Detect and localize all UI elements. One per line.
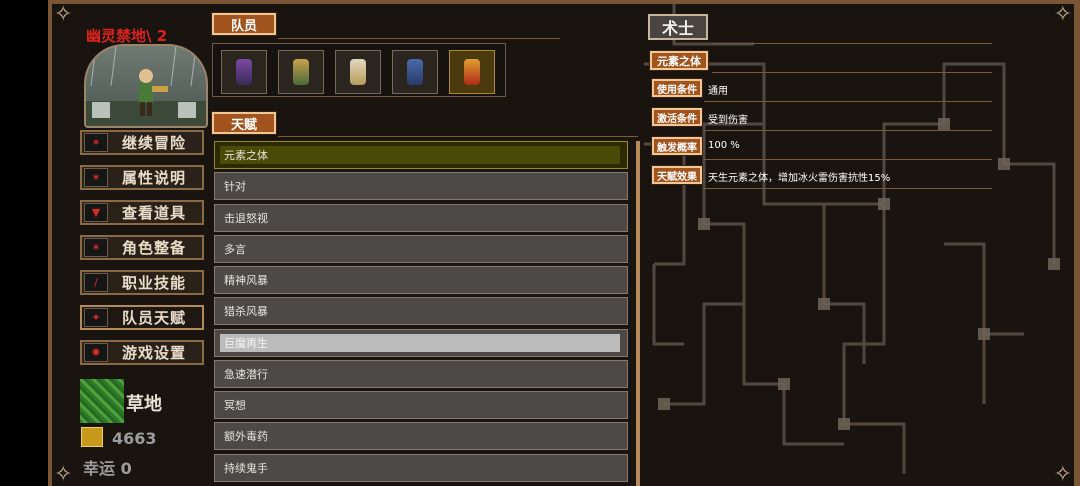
talent-icon: ✦ <box>84 308 108 327</box>
gear-icon: ✹ <box>84 343 108 362</box>
class-name-title: 术士 <box>648 14 708 40</box>
armor-icon: ✶ <box>84 238 108 257</box>
menu-button-equipment[interactable]: ✶ 角色整备 <box>80 235 204 260</box>
game-window: ✧ ✧ ✧ ✧ 幽灵禁地\ 2 ✶ 继续冒险 ✶ 属性说明 ▼ 查看道具 ✶ 角… <box>48 0 1080 486</box>
party-member-slot-4[interactable] <box>392 50 438 94</box>
party-member-slot-5[interactable] <box>449 50 495 94</box>
menu-button-settings[interactable]: ✹ 游戏设置 <box>80 340 204 365</box>
priest-hero-icon <box>350 59 366 85</box>
ranger-hero-icon <box>293 59 309 85</box>
menu-button-talents[interactable]: ✦ 队员天赋 <box>80 305 204 330</box>
mage-hero-icon <box>236 59 252 85</box>
menu-label: 职业技能 <box>122 274 187 292</box>
talent-item[interactable]: 击退怒视 <box>214 204 628 232</box>
use-condition-label: 使用条件 <box>652 79 702 97</box>
divider <box>704 188 992 189</box>
map-icon: ✶ <box>84 133 108 152</box>
talent-effect-value: 天生元素之体，增加冰火雷伤害抗性15% <box>708 173 891 184</box>
trigger-chance-label: 触发概率 <box>652 137 702 155</box>
talent-item[interactable]: 针对 <box>214 172 628 200</box>
menu-button-skills[interactable]: / 职业技能 <box>80 270 204 295</box>
party-tab: 队员 <box>212 13 276 35</box>
sword-icon: / <box>84 273 108 292</box>
bag-icon: ▼ <box>84 203 108 222</box>
menu-label: 继续冒险 <box>122 134 187 152</box>
talent-item[interactable]: 持续鬼手 <box>214 454 628 482</box>
talent-tree-background <box>644 4 1060 474</box>
activation-condition-label: 激活条件 <box>652 108 702 126</box>
talent-name-tag: 元素之体 <box>650 51 708 70</box>
talent-item[interactable]: 多言 <box>214 235 628 263</box>
menu-button-items[interactable]: ▼ 查看道具 <box>80 200 204 225</box>
divider <box>704 159 992 160</box>
use-condition-value: 通用 <box>708 86 728 97</box>
talent-item[interactable]: 额外毒药 <box>214 422 628 450</box>
menu-label: 游戏设置 <box>122 344 187 362</box>
talent-list-scrollbar[interactable] <box>636 141 640 486</box>
character-portrait <box>84 44 208 128</box>
divider <box>278 136 638 137</box>
corner-ornament-icon: ✧ <box>54 2 73 27</box>
talent-item[interactable]: 冥想 <box>214 391 628 419</box>
party-member-slot-2[interactable] <box>278 50 324 94</box>
divider <box>704 101 992 102</box>
menu-label: 查看道具 <box>122 204 187 222</box>
menu-button-continue[interactable]: ✶ 继续冒险 <box>80 130 204 155</box>
talent-item[interactable]: 急速潜行 <box>214 360 628 388</box>
talent-item[interactable]: 元素之体 <box>214 141 628 169</box>
menu-label: 队员天赋 <box>122 309 187 327</box>
divider <box>712 72 992 73</box>
party-panel <box>212 43 506 97</box>
activation-condition-value: 受到伤害 <box>708 115 748 126</box>
menu-label: 角色整备 <box>122 239 187 257</box>
talent-item[interactable]: 猎杀风暴 <box>214 297 628 325</box>
divider <box>712 43 992 44</box>
party-member-slot-1[interactable] <box>221 50 267 94</box>
location-title: 幽灵禁地\ 2 <box>86 27 168 45</box>
menu-button-attributes[interactable]: ✶ 属性说明 <box>80 165 204 190</box>
terrain-label: 草地 <box>126 394 162 415</box>
divider <box>278 38 560 39</box>
talent-effect-label: 天赋效果 <box>652 166 702 184</box>
talent-item[interactable]: 巨魔再生 <box>214 329 628 357</box>
gold-amount: 4663 <box>112 429 157 448</box>
talent-item[interactable]: 精神风暴 <box>214 266 628 294</box>
luck-value: 幸运 0 <box>83 459 132 478</box>
talents-tab: 天赋 <box>212 112 276 134</box>
knight-hero-icon <box>407 59 423 85</box>
trigger-chance-value: 100 % <box>708 140 740 151</box>
divider <box>704 130 992 131</box>
corner-ornament-icon: ✧ <box>54 462 73 486</box>
gold-coins-icon <box>81 427 103 447</box>
menu-label: 属性说明 <box>122 169 187 187</box>
grass-terrain-icon <box>80 379 124 423</box>
warlock-hero-icon <box>464 59 480 85</box>
stats-icon: ✶ <box>84 168 108 187</box>
party-member-slot-3[interactable] <box>335 50 381 94</box>
